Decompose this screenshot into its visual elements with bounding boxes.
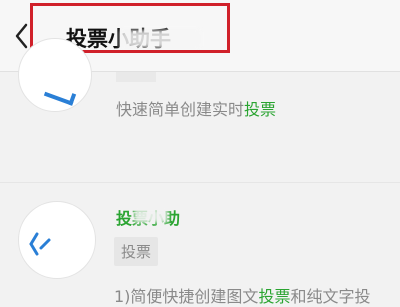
card-description: 1)简便快捷创建图文投票和纯文字投 bbox=[114, 287, 371, 306]
tag-badge: 投票 bbox=[114, 237, 159, 266]
tag-badge bbox=[116, 72, 156, 82]
avatar bbox=[18, 201, 96, 279]
name-blur-overlay bbox=[134, 209, 168, 223]
vote-logo-icon bbox=[29, 232, 51, 256]
logo-accent-icon bbox=[43, 84, 77, 106]
result-card-1[interactable]: 快速简单创建实时投票 bbox=[0, 38, 400, 183]
chevron-left-icon[interactable] bbox=[12, 22, 32, 50]
result-card-2[interactable]: 投票小助 投票 1)简便快捷创建图文投票和纯文字投 bbox=[0, 183, 400, 306]
card-description: 快速简单创建实时投票 bbox=[116, 100, 277, 119]
avatar bbox=[18, 38, 92, 112]
